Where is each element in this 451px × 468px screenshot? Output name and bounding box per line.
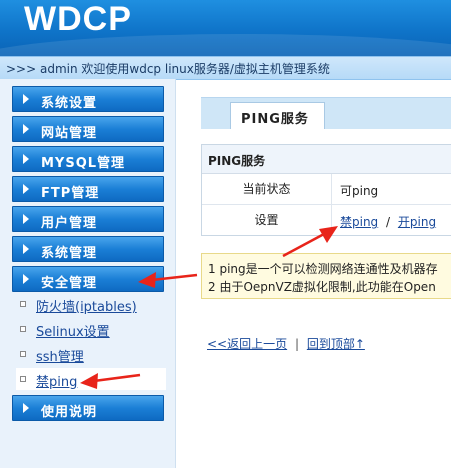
arrow-icon xyxy=(138,272,198,288)
annotation-arrows xyxy=(80,226,338,389)
arrow-icon xyxy=(282,226,338,258)
arrow-icon xyxy=(80,373,141,389)
